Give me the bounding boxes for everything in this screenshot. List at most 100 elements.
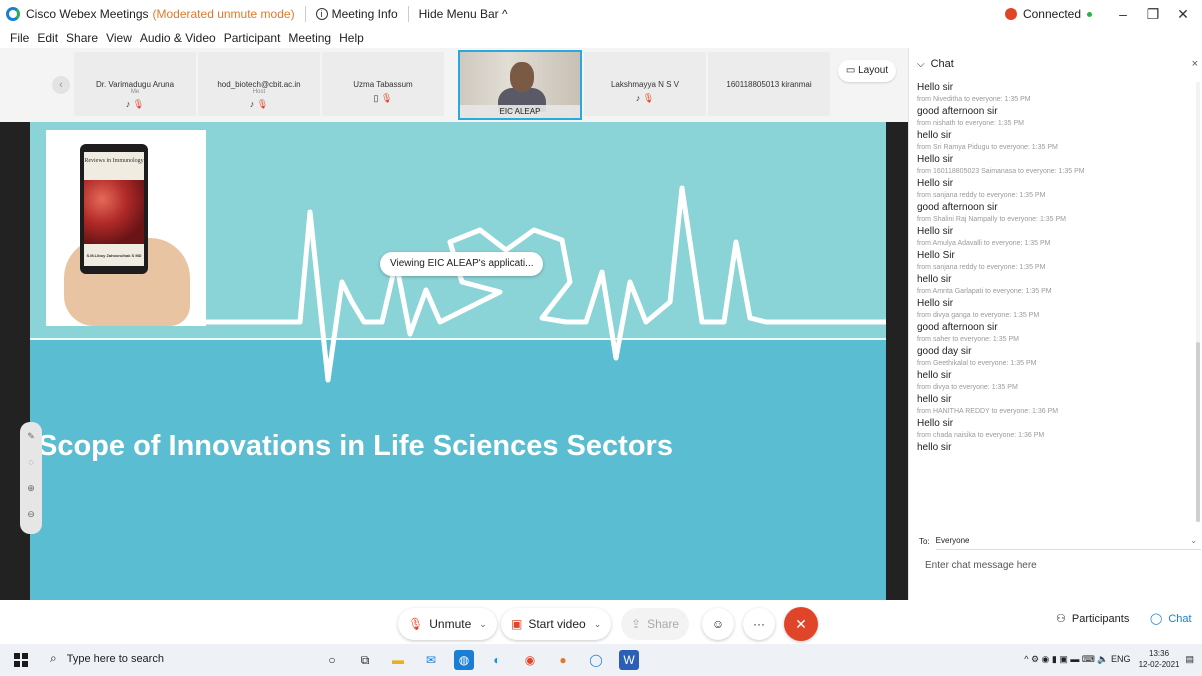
message-text: good afternoon sir <box>917 202 998 213</box>
mail-icon[interactable]: ✉ <box>421 650 441 670</box>
close-window-button[interactable]: ✕ <box>1172 6 1194 23</box>
message-sender: from chada naisika to everyone: 1:36 PM <box>917 432 1045 439</box>
zoom-out-icon[interactable]: ⊖ <box>20 500 42 526</box>
maximize-button[interactable]: ❐ <box>1142 6 1164 23</box>
more-options-button[interactable]: ··· <box>743 608 775 640</box>
message-text: good afternoon sir <box>917 106 998 117</box>
audio-icon: ♪ <box>125 99 131 109</box>
tray-app-icons[interactable]: ⚙ ◉ ▮ ▣ ▬ ⌨ 🔈 <box>1031 654 1109 665</box>
chat-close-button[interactable]: × <box>1192 58 1198 70</box>
message-sender: from Shalini Raj Nampally to everyone: 1… <box>917 216 1067 223</box>
message-sender: from Amulya Adavalli to everyone: 1:35 P… <box>917 240 1051 247</box>
app-title: Cisco Webex Meetings <box>26 7 149 21</box>
scrollbar-thumb[interactable] <box>1196 342 1200 522</box>
speaker-head <box>510 62 534 92</box>
participant-tile[interactable]: Uzma Tabassum ▯ 🎙 <box>322 52 444 116</box>
notification-icon[interactable]: ▤ <box>1185 654 1194 665</box>
chat-scrollbar[interactable] <box>1196 82 1200 522</box>
chevron-down-icon[interactable]: ⌄ <box>479 608 487 640</box>
menu-file[interactable]: File <box>10 31 29 45</box>
webex-taskbar-icon[interactable]: ◯ <box>586 650 606 670</box>
menu-audio-video[interactable]: Audio & Video <box>140 31 216 45</box>
book-tablet-image: Reviews in Immunology S.M.Liboy Zahoorul… <box>46 130 206 326</box>
meeting-info-label: Meeting Info <box>331 7 398 21</box>
chat-panel: ⌵ Chat × Hello sir from Niveditha to eve… <box>908 48 1202 600</box>
message-sender: from saher to everyone: 1:35 PM <box>917 336 1019 343</box>
task-view-icon[interactable]: ⧉ <box>355 650 375 670</box>
menu-bar: File Edit Share View Audio & Video Parti… <box>0 28 364 48</box>
chrome-icon[interactable]: ◉ <box>520 650 540 670</box>
windows-start-icon[interactable] <box>14 653 28 667</box>
minimize-button[interactable]: – <box>1112 6 1134 22</box>
taskbar-search[interactable]: ⌕ Type here to search <box>50 651 164 666</box>
viewing-application-pill[interactable]: Viewing EIC ALEAP's applicati... <box>380 252 544 276</box>
firefox-icon[interactable]: ● <box>553 650 573 670</box>
file-explorer-icon[interactable]: ▬ <box>388 650 408 670</box>
chat-message-list: Hello sir from Niveditha to everyone: 1:… <box>917 82 1191 454</box>
menu-help[interactable]: Help <box>339 31 364 45</box>
audio-icon: ♪ <box>635 93 641 103</box>
strip-prev-button[interactable]: ‹ <box>52 76 70 94</box>
unmute-label: Unmute <box>429 617 472 631</box>
layout-label: Layout <box>858 65 889 76</box>
message-text: Hello sir <box>917 82 954 93</box>
store-icon[interactable]: ◍ <box>454 650 474 670</box>
chat-recipient-row: To: Everyone ⌄ <box>919 532 1201 550</box>
edge-icon[interactable]: ◐ <box>487 650 507 670</box>
recipient-select[interactable]: Everyone ⌄ <box>935 532 1201 550</box>
message-text: Hello sir <box>917 418 954 429</box>
taskbar-clock[interactable]: 13:36 12-02-2021 <box>1139 648 1180 670</box>
participant-tile[interactable]: Lakshmayya N S V ♪ 🎙 <box>584 52 706 116</box>
participant-tile[interactable]: hod_biotech@cbit.ac.in Host ♪ 🎙 <box>198 52 320 116</box>
chat-button[interactable]: ◯ Chat <box>1150 612 1192 626</box>
unmute-button[interactable]: 🎙 Unmute ⌄ <box>398 608 497 640</box>
start-video-button[interactable]: ▣ Start video ⌄ <box>501 608 612 640</box>
chat-message: from Amrita Garlapati to everyone: 1:35 … <box>917 286 1191 310</box>
message-text: hello sir <box>917 130 952 141</box>
chevron-down-icon[interactable]: ⌄ <box>594 608 602 640</box>
pointer-icon[interactable]: ◌ <box>20 448 42 474</box>
leave-meeting-button[interactable]: ✕ <box>784 607 818 641</box>
participant-name: 160118805013 kiranmai <box>726 80 812 89</box>
participant-role: Host <box>252 89 266 95</box>
menu-share[interactable]: Share <box>66 31 98 45</box>
message-sender: from 160118805023 Saimanasa to everyone:… <box>917 168 1085 175</box>
connection-status[interactable]: Connected <box>1023 7 1081 21</box>
menu-meeting[interactable]: Meeting <box>288 31 331 45</box>
chat-label: Chat <box>1168 612 1192 625</box>
chat-message: from nishath to everyone: 1:35 PM hello s… <box>917 118 1191 142</box>
annotate-icon[interactable]: ✎ <box>20 422 42 448</box>
participant-tile[interactable]: Dr. Varimadugu Aruna Me ♪ 🎙 <box>74 52 196 116</box>
book-title: Reviews in Immunology <box>84 158 144 164</box>
layout-button[interactable]: ▭ Layout <box>838 60 896 82</box>
participant-tile[interactable]: 160118805013 kiranmai <box>708 52 830 116</box>
chat-header[interactable]: ⌵ Chat <box>917 58 954 70</box>
hide-menu-bar-button[interactable]: Hide Menu Bar ^ <box>419 7 508 21</box>
message-sender: from divya ganga to everyone: 1:35 PM <box>917 312 1040 319</box>
participants-button[interactable]: ⚇ Participants <box>1056 612 1129 626</box>
cortana-icon[interactable]: ○ <box>322 650 342 670</box>
menu-participant[interactable]: Participant <box>224 31 281 45</box>
info-icon: i <box>315 8 328 20</box>
menu-edit[interactable]: Edit <box>37 31 58 45</box>
chat-message: from Shalini Raj Nampally to everyone: 1… <box>917 214 1191 238</box>
tray-chevron-icon[interactable]: ^ <box>1024 654 1028 664</box>
presentation-slide: Reviews in Immunology S.M.Liboy Zahoorul… <box>30 122 886 600</box>
book-author: S.M.Liboy Zahoorulhak S MD <box>84 246 144 266</box>
video-caption: EIC ALEAP <box>460 105 580 118</box>
chat-message: from sanjana reddy to everyone: 1:35 PM g… <box>917 190 1191 214</box>
active-speaker-video[interactable]: EIC ALEAP <box>458 50 582 120</box>
reactions-button[interactable]: ☺ <box>702 608 734 640</box>
chat-message: from divya to everyone: 1:35 PM hello sir <box>917 382 1191 406</box>
meeting-info-button[interactable]: i Meeting Info <box>315 7 398 21</box>
participant-status-icons: ▯ 🎙 <box>322 93 444 104</box>
menu-view[interactable]: View <box>106 31 132 45</box>
message-text: hello sir <box>917 442 952 453</box>
share-button[interactable]: ⇪ Share <box>621 608 690 640</box>
connection-status-icon <box>1004 8 1017 20</box>
zoom-in-icon[interactable]: ⊕ <box>20 474 42 500</box>
language-indicator[interactable]: ENG <box>1111 654 1131 664</box>
chat-message-input[interactable]: Enter chat message here <box>925 560 1037 571</box>
word-icon[interactable]: W <box>619 650 639 670</box>
title-bar: Cisco Webex Meetings (Moderated unmute m… <box>0 0 1202 28</box>
